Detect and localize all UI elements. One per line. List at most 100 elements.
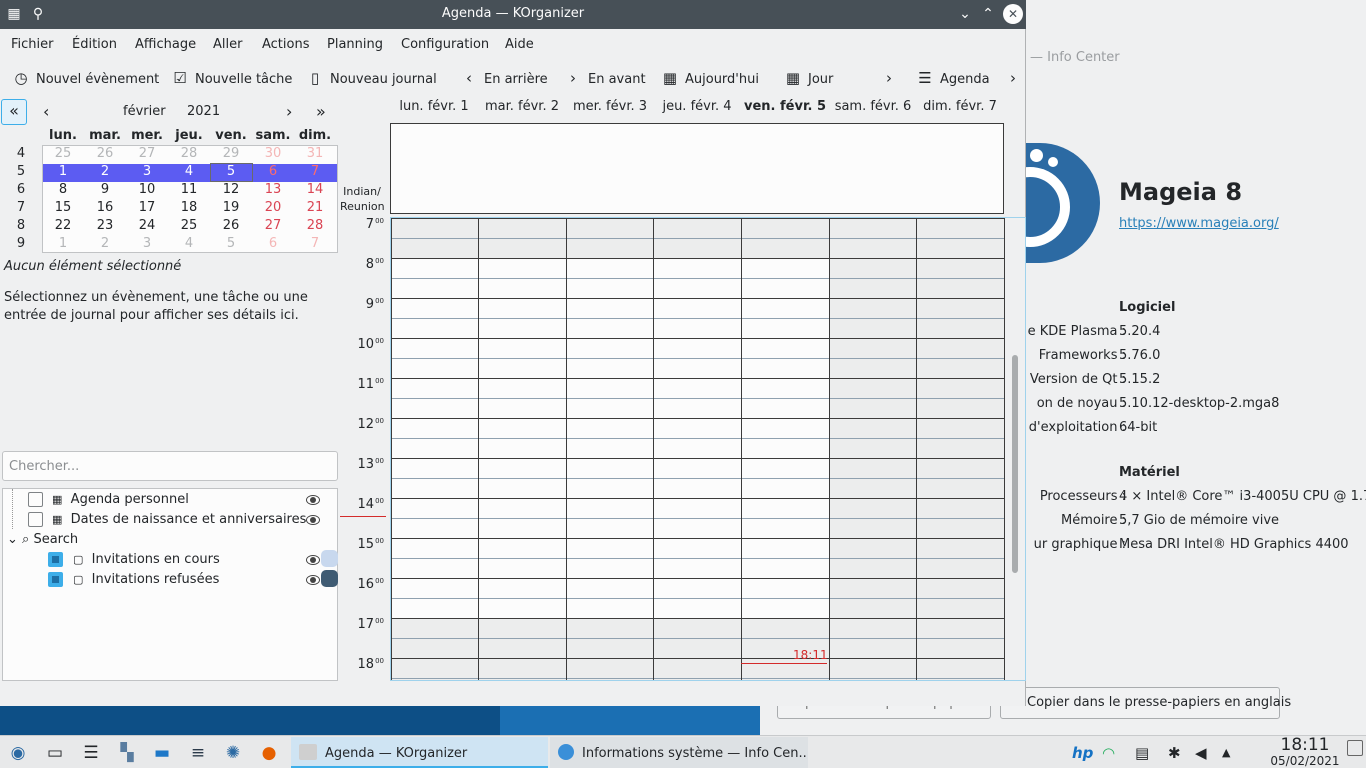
calendar-checkbox[interactable] bbox=[48, 572, 63, 587]
agenda-scrollbar[interactable] bbox=[1012, 355, 1018, 573]
calendar-day[interactable]: 3 bbox=[126, 236, 168, 251]
calendar-day[interactable]: 5 bbox=[210, 164, 252, 179]
calendar-day[interactable]: 4 bbox=[168, 164, 210, 179]
calendar-day[interactable]: 28 bbox=[294, 218, 336, 233]
calendar-day[interactable]: 15 bbox=[42, 200, 84, 215]
next-view-button[interactable]: › bbox=[880, 62, 904, 94]
all-day-area[interactable] bbox=[390, 123, 1004, 214]
prev-month-icon[interactable]: ‹ bbox=[43, 102, 49, 121]
calendar-day[interactable]: 3 bbox=[126, 164, 168, 179]
calendar-day[interactable]: 8 bbox=[42, 182, 84, 197]
menu-settings[interactable]: Configuration bbox=[401, 37, 489, 52]
time-grid[interactable] bbox=[390, 217, 1026, 681]
year-select[interactable]: 2021 bbox=[187, 104, 220, 119]
calendar-item-pending-invitations[interactable]: ▢ Invitations en cours bbox=[73, 550, 220, 570]
day-header[interactable]: lun. févr. 1 bbox=[390, 99, 478, 114]
eye-icon[interactable] bbox=[306, 555, 320, 565]
day-column[interactable] bbox=[829, 218, 916, 681]
copy-clipboard-english-button[interactable]: Copier dans le presse-papiers en anglais bbox=[1000, 687, 1291, 719]
calendar-day[interactable]: 12 bbox=[210, 182, 252, 197]
calendar-day[interactable]: 6 bbox=[252, 164, 294, 179]
agenda-view-button[interactable]: ☰ Agenda bbox=[916, 62, 989, 94]
maximize-icon[interactable]: ⌃ bbox=[978, 4, 998, 24]
calendar-day[interactable]: 2 bbox=[84, 164, 126, 179]
calendar-day[interactable]: 4 bbox=[168, 236, 210, 251]
task-info-center[interactable]: Informations système — Info Cen... bbox=[550, 737, 808, 768]
hp-icon[interactable]: hp bbox=[1072, 744, 1093, 762]
calendar-day[interactable]: 16 bbox=[84, 200, 126, 215]
calendar-day[interactable]: 24 bbox=[126, 218, 168, 233]
calendar-day[interactable]: 26 bbox=[210, 218, 252, 233]
calendar-day[interactable]: 9 bbox=[84, 182, 126, 197]
app-launcher-icon[interactable]: ◉ bbox=[3, 738, 33, 768]
calendar-day[interactable]: 19 bbox=[210, 200, 252, 215]
search-group[interactable]: ⌄ ⌕ Search bbox=[7, 530, 78, 550]
back-button[interactable]: ‹ En arrière bbox=[460, 62, 548, 94]
bluetooth-icon[interactable]: ✱ bbox=[1168, 744, 1181, 762]
prev-year-button[interactable]: « bbox=[1, 99, 27, 125]
calendar-day[interactable]: 6 bbox=[252, 236, 294, 251]
calendar-day[interactable]: 25 bbox=[168, 218, 210, 233]
wifi-icon[interactable]: ◠ bbox=[1102, 744, 1115, 762]
calendar-day[interactable]: 26 bbox=[84, 146, 126, 161]
day-header-today[interactable]: ven. févr. 5 bbox=[741, 99, 829, 114]
menu-help[interactable]: Aide bbox=[505, 37, 534, 52]
calendar-day[interactable]: 11 bbox=[168, 182, 210, 197]
calendar-day[interactable]: 27 bbox=[126, 146, 168, 161]
calendar-color-swatch[interactable] bbox=[321, 550, 338, 567]
menu-go[interactable]: Aller bbox=[213, 37, 242, 52]
firefox-icon[interactable]: ● bbox=[254, 738, 284, 768]
calendar-item-declined-invitations[interactable]: ▢ Invitations refusées bbox=[73, 570, 219, 590]
calendar-day[interactable]: 5 bbox=[210, 236, 252, 251]
calendar-day[interactable]: 2 bbox=[84, 236, 126, 251]
close-icon[interactable]: ✕ bbox=[1003, 4, 1023, 24]
day-view-button[interactable]: ▦ Jour bbox=[784, 62, 833, 94]
calendar-day[interactable]: 7 bbox=[294, 236, 336, 251]
calendar-day[interactable]: 10 bbox=[126, 182, 168, 197]
show-desktop-corner-icon[interactable] bbox=[1347, 740, 1363, 756]
calendar-day[interactable]: 29 bbox=[210, 146, 252, 161]
calendar-day[interactable]: 7 bbox=[294, 164, 336, 179]
calendar-day[interactable]: 28 bbox=[168, 146, 210, 161]
day-column[interactable] bbox=[916, 218, 1004, 681]
eye-icon[interactable] bbox=[306, 495, 320, 505]
today-button[interactable]: ▦ Aujourd'hui bbox=[661, 62, 759, 94]
calendar-day[interactable]: 13 bbox=[252, 182, 294, 197]
eye-icon[interactable] bbox=[306, 515, 320, 525]
calendar-day[interactable]: 1 bbox=[42, 236, 84, 251]
new-event-button[interactable]: ◷ Nouvel évènement bbox=[12, 62, 159, 94]
day-header[interactable]: jeu. févr. 4 bbox=[653, 99, 741, 114]
system-settings-icon[interactable]: ☰ bbox=[76, 738, 106, 768]
menu-schedule[interactable]: Planning bbox=[327, 37, 383, 52]
menu-actions[interactable]: Actions bbox=[262, 37, 310, 52]
toolbar-overflow-button[interactable]: › bbox=[1004, 62, 1028, 94]
new-journal-button[interactable]: ▯ Nouveau journal bbox=[306, 62, 437, 94]
calendar-day[interactable]: 31 bbox=[294, 146, 336, 161]
minimize-icon[interactable]: ⌄ bbox=[955, 4, 975, 24]
next-month-icon[interactable]: › bbox=[286, 102, 292, 121]
file-manager-icon[interactable]: ▬ bbox=[147, 738, 177, 768]
clipboard-icon[interactable]: ▤ bbox=[1135, 744, 1149, 762]
calendar-day[interactable]: 30 bbox=[252, 146, 294, 161]
calendar-item-birthdays[interactable]: ▦ Dates de naissance et anniversaires bbox=[52, 510, 306, 530]
day-header[interactable]: dim. févr. 7 bbox=[916, 99, 1004, 114]
calendar-day[interactable]: 21 bbox=[294, 200, 336, 215]
menu-edit[interactable]: Édition bbox=[72, 37, 117, 52]
calendar-checkbox[interactable] bbox=[28, 512, 43, 527]
calendar-day[interactable]: 18 bbox=[168, 200, 210, 215]
calendar-item-personal[interactable]: ▦ Agenda personnel bbox=[52, 490, 189, 510]
calendar-day[interactable]: 1 bbox=[42, 164, 84, 179]
calendar-day[interactable]: 20 bbox=[252, 200, 294, 215]
calendar-checkbox[interactable] bbox=[48, 552, 63, 567]
month-select[interactable]: février bbox=[123, 104, 166, 119]
new-task-button[interactable]: ☑ Nouvelle tâche bbox=[171, 62, 292, 94]
day-header[interactable]: mar. févr. 2 bbox=[478, 99, 566, 114]
calendar-day[interactable]: 22 bbox=[42, 218, 84, 233]
task-korganizer[interactable]: Agenda — KOrganizer bbox=[291, 737, 548, 768]
calendar-color-swatch[interactable] bbox=[321, 570, 338, 587]
calendar-day[interactable]: 27 bbox=[252, 218, 294, 233]
menu-view[interactable]: Affichage bbox=[135, 37, 196, 52]
tray-expand-icon[interactable]: ▲ bbox=[1222, 746, 1230, 759]
day-header[interactable]: sam. févr. 6 bbox=[829, 99, 917, 114]
day-header[interactable]: mer. févr. 3 bbox=[566, 99, 654, 114]
